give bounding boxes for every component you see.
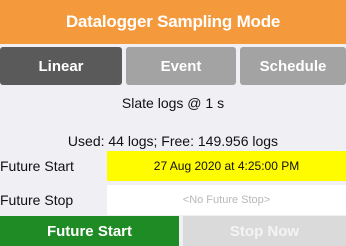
mode-tabs: Linear Event Schedule xyxy=(0,47,346,85)
future-start-label: Future Start xyxy=(0,158,74,174)
page-title: Datalogger Sampling Mode xyxy=(65,12,281,31)
future-start-button[interactable]: Future Start xyxy=(0,216,179,246)
title-bar: Datalogger Sampling Mode xyxy=(0,0,346,44)
future-stop-date-field[interactable]: <No Future Stop> xyxy=(107,185,346,215)
future-start-date-field[interactable]: 27 Aug 2020 at 4:25:00 PM xyxy=(107,151,346,181)
stop-now-button[interactable]: Stop Now xyxy=(183,216,346,246)
tab-schedule[interactable]: Schedule xyxy=(240,47,346,85)
log-usage-text: Used: 44 logs; Free: 149.956 logs xyxy=(67,133,279,149)
future-stop-label: Future Stop xyxy=(0,192,74,208)
future-stop-row: Future Stop <No Future Stop> xyxy=(0,185,346,215)
tab-event[interactable]: Event xyxy=(126,47,236,85)
action-bar: Future Start Stop Now xyxy=(0,216,346,246)
tab-linear[interactable]: Linear xyxy=(0,47,122,85)
sampling-rate-text: Slate logs @ 1 s xyxy=(121,95,225,111)
future-start-row: Future Start 27 Aug 2020 at 4:25:00 PM xyxy=(0,151,346,181)
